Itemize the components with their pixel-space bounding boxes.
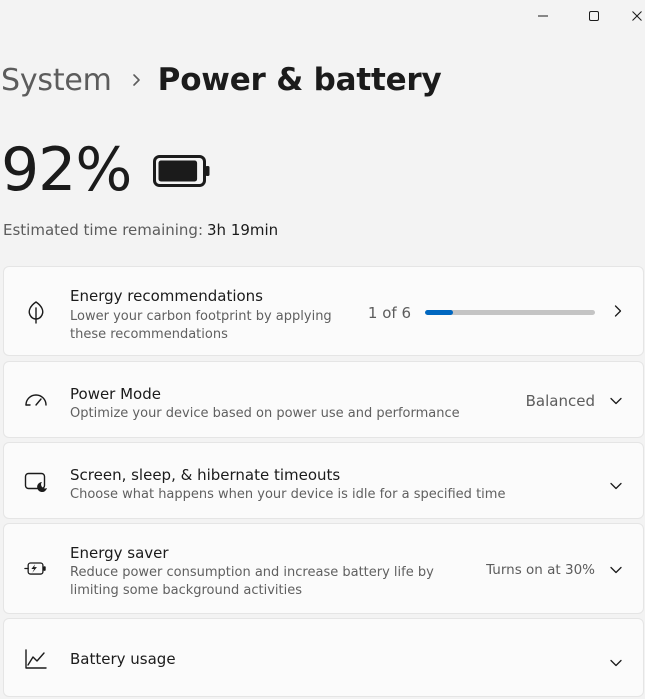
estimated-time: Estimated time remaining: 3h 19min <box>3 221 278 239</box>
estimated-time-value: 3h 19min <box>207 221 279 239</box>
close-icon <box>632 11 642 21</box>
power-mode-dropdown[interactable]: Balanced <box>526 391 623 410</box>
chevron-right-icon <box>132 73 142 87</box>
maximize-icon <box>589 11 599 21</box>
screen-sleep-description: Choose what happens when your device is … <box>70 487 506 502</box>
energy-saver-value: Turns on at 30% <box>486 561 595 578</box>
line-chart-icon <box>24 647 48 671</box>
minimize-icon <box>538 15 548 17</box>
battery-icon <box>153 155 211 193</box>
battery-saver-icon <box>24 557 48 581</box>
close-button[interactable] <box>622 0 645 32</box>
minimize-button[interactable] <box>520 0 566 32</box>
energy-saver-card[interactable]: Energy saver Reduce power consumption an… <box>3 523 644 614</box>
screen-sleep-icon <box>24 470 48 494</box>
energy-saver-dropdown[interactable]: Turns on at 30% <box>486 560 623 579</box>
chevron-down-icon <box>609 476 623 495</box>
battery-usage-card[interactable]: Battery usage <box>3 618 644 697</box>
chevron-down-icon <box>609 391 623 410</box>
power-mode-description: Optimize your device based on power use … <box>70 406 460 421</box>
power-mode-card[interactable]: Power Mode Optimize your device based on… <box>3 361 644 438</box>
breadcrumb-system-link[interactable]: System <box>1 63 112 98</box>
leaf-icon <box>24 300 48 324</box>
chevron-down-icon <box>609 653 623 672</box>
battery-usage-title: Battery usage <box>70 650 176 668</box>
estimated-time-label: Estimated time remaining: <box>3 221 203 239</box>
battery-percentage: 92% <box>1 135 132 205</box>
screen-sleep-card[interactable]: Screen, sleep, & hibernate timeouts Choo… <box>3 442 644 519</box>
energy-recommendations-description: Lower your carbon footprint by applying … <box>70 309 332 342</box>
chevron-down-icon <box>609 560 623 579</box>
screen-sleep-title: Screen, sleep, & hibernate timeouts <box>70 466 341 484</box>
breadcrumb: System Power & battery <box>1 62 442 98</box>
energy-recommendations-card[interactable]: Energy recommendations Lower your carbon… <box>3 266 644 356</box>
energy-saver-title: Energy saver <box>70 544 169 562</box>
maximize-button[interactable] <box>571 0 617 32</box>
recommendations-progress-text: 1 of 6 <box>367 303 411 322</box>
chevron-right-icon <box>613 303 623 322</box>
gauge-icon <box>24 389 48 413</box>
power-mode-title: Power Mode <box>70 385 161 403</box>
energy-recommendations-title: Energy recommendations <box>70 287 263 305</box>
energy-saver-description: Reduce power consumption and increase ba… <box>70 565 434 598</box>
recommendations-progress-bar <box>425 310 595 315</box>
page-title: Power & battery <box>157 62 442 98</box>
power-mode-value: Balanced <box>525 391 595 410</box>
